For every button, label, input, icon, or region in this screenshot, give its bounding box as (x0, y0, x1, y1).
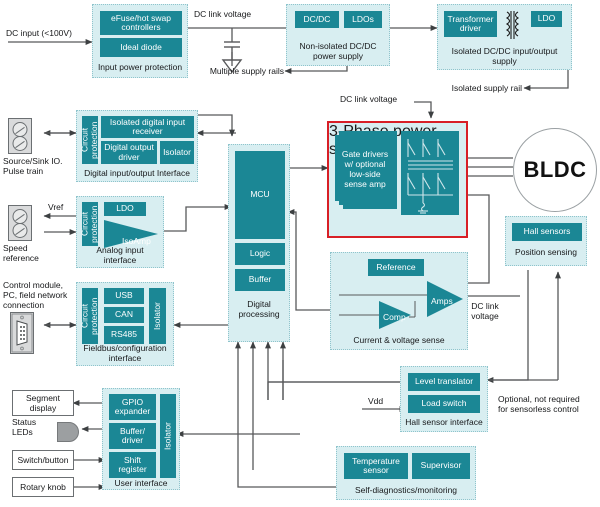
block-isolated-digital-input-receiver: Isolated digital input receiver (101, 116, 194, 138)
status-led-indicator (57, 422, 79, 442)
block-efuse-hot-swap: eFuse/hot swap controllers (100, 11, 182, 35)
block-circuit-protection-digital: Circuit protection (80, 116, 99, 164)
connector-source-sink-io (8, 118, 32, 154)
block-circuit-protection-analog: Circuit protection (80, 202, 99, 246)
screw-terminal (12, 122, 28, 137)
group-digital-io-interface: Circuit protection Isolated digital inpu… (76, 110, 198, 182)
group-self-diagnostics: Temperature sensor Supervisor Self-diagn… (336, 446, 476, 500)
transformer-symbol (505, 11, 520, 39)
dsub-pins (11, 313, 33, 353)
block-mcu: MCU (235, 151, 285, 239)
sense-amplifier-comparator-symbols: Amps Comp (339, 281, 463, 329)
block-usb: USB (104, 288, 144, 304)
vdd-label: Vdd (368, 396, 384, 406)
block-can: CAN (104, 307, 144, 323)
caption-self-diagnostics: Self-diagnostics/monitoring (354, 485, 458, 495)
block-gate-drivers: Gate drivers w/ optional low-side sense … (337, 135, 393, 203)
caption-input-power-protection: Input power protection (97, 62, 183, 72)
caption-digital-io-interface: Digital input/output Interface (84, 168, 190, 178)
block-diagram-canvas: DC input (<100V) eFuse/hot swap controll… (0, 0, 600, 507)
block-reference: Reference (368, 259, 424, 276)
block-load-switch: Load switch (408, 395, 480, 413)
block-rs485: RS485 (104, 326, 144, 344)
caption-digital-processing: Digital processing (238, 299, 280, 319)
block-supervisor: Supervisor (412, 453, 470, 479)
group-isolated-dcdc: Transformer driver LDO Isolated DC/DC in… (437, 4, 572, 70)
dc-link-voltage-top-label: DC link voltage (194, 9, 252, 19)
multiple-supply-rails-label: Multiple supply rails (209, 66, 284, 76)
group-hall-sensor-interface: Level translator Load switch Hall sensor… (400, 366, 488, 432)
speed-reference-label: Speed reference (3, 243, 39, 263)
group-current-voltage-sense: Reference Amps Comp Current & voltage se… (330, 252, 468, 350)
block-isolator-user-interface: Isolator (160, 394, 176, 478)
block-isolator-fieldbus: Isolator (149, 288, 166, 344)
connector-dsub (10, 312, 34, 354)
group-input-power-protection: eFuse/hot swap controllers Ideal diode I… (92, 4, 188, 78)
block-gpio-expander: GPIO expander (109, 394, 156, 420)
block-circuit-protection-fieldbus: Circuit protection (80, 288, 99, 344)
block-buffer: Buffer (235, 269, 285, 291)
caption-position-sensing: Position sensing (515, 247, 577, 257)
block-level-translator: Level translator (408, 373, 480, 391)
control-module-label: Control module, PC, field network connec… (3, 280, 68, 310)
block-digital-output-driver: Digital output driver (101, 141, 157, 164)
gate-drivers-label: Gate drivers w/ optional low-side sense … (341, 149, 389, 189)
block-temperature-sensor: Temperature sensor (344, 453, 408, 479)
caption-analog-input-interface: Analog input interface (96, 245, 144, 265)
dc-link-voltage-sense-label: DC link voltage (471, 301, 499, 321)
group-analog-input-interface: Circuit protection LDO IsoAmp Analog inp… (76, 196, 164, 268)
dc-input-label: DC input (<100V) (6, 28, 72, 38)
block-buffer-driver: Buffer/ driver (109, 423, 156, 449)
caption-hall-sensor-interface: Hall sensor interface (405, 417, 483, 427)
switch-button-box: Switch/button (12, 450, 74, 470)
connector-speed-reference (8, 205, 32, 241)
svg-text:Comp: Comp (383, 312, 406, 322)
segment-display-box: Segment display (12, 390, 74, 416)
rotary-knob-box: Rotary knob (12, 477, 74, 497)
source-sink-io-label: Source/Sink IO. Pulse train (3, 156, 63, 176)
block-ldos: LDOs (344, 11, 382, 28)
dc-link-voltage-power-stage-label: DC link voltage (340, 94, 398, 104)
block-ideal-diode: Ideal diode (100, 38, 182, 57)
group-non-isolated-dcdc: DC/DC LDOs Non-isolated DC/DC power supp… (286, 4, 390, 66)
block-isolator-digital: Isolator (160, 141, 194, 164)
isolated-supply-rail-label: Isolated supply rail (451, 83, 522, 93)
block-hall-sensors: Hall sensors (512, 223, 582, 241)
group-digital-processing: MCU Logic Buffer Digital processing (228, 144, 290, 342)
group-fieldbus-interface: Circuit protection USB CAN RS485 Isolato… (76, 282, 174, 366)
status-leds-label: Status LEDs (12, 417, 37, 437)
block-ldo-isolated: LDO (531, 11, 562, 27)
bldc-motor: BLDC (513, 128, 597, 212)
caption-user-interface: User interface (114, 478, 168, 488)
three-phase-bridge-schematic (401, 131, 459, 215)
svg-text:Amps: Amps (431, 296, 453, 306)
block-transformer-driver: Transformer driver (444, 11, 497, 37)
screw-terminal (12, 136, 28, 151)
caption-fieldbus-interface: Fieldbus/configuration interface (83, 343, 167, 363)
group-user-interface: GPIO expander Buffer/ driver Shift regis… (102, 388, 180, 490)
group-position-sensing: Hall sensors Position sensing (505, 216, 587, 266)
optional-note-label: Optional, not required for sensorless co… (498, 394, 580, 414)
block-ldo-analog: LDO (104, 202, 146, 216)
caption-isolated-dcdc: Isolated DC/DC input/output supply (451, 46, 558, 66)
screw-terminal (12, 223, 28, 238)
caption-non-isolated-dcdc: Non-isolated DC/DC power supply (299, 41, 377, 61)
block-shift-register: Shift register (109, 452, 156, 478)
caption-current-voltage-sense: Current & voltage sense (353, 335, 445, 345)
block-dcdc: DC/DC (295, 11, 339, 28)
block-logic: Logic (235, 243, 285, 265)
screw-terminal (12, 209, 28, 224)
group-three-phase-power-stage: Gate drivers w/ optional low-side sense … (327, 121, 468, 238)
